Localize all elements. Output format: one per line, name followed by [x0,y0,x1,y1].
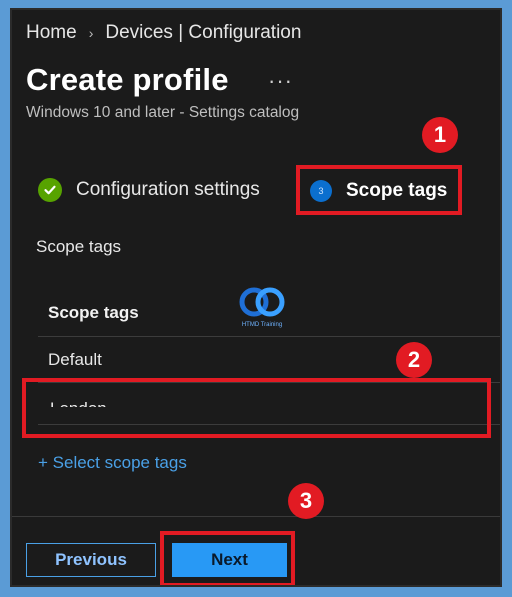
step-configuration-settings[interactable]: Configuration settings [38,178,260,202]
footer-divider [12,516,500,517]
previous-button[interactable]: Previous [26,543,156,577]
page-title: Create profile [26,62,229,97]
annotation-badge-2: 2 [396,342,432,378]
annotation-badge-3: 3 [288,483,324,519]
breadcrumb-home[interactable]: Home [26,22,77,44]
step-scope-label: Scope tags [346,180,448,201]
step-scope-tags[interactable]: 3 Scope tags [310,180,447,202]
logo-text: HTMD Training [241,322,283,328]
step-number-badge: 3 [310,180,332,202]
breadcrumb-devices-configuration[interactable]: Devices | Configuration [105,22,301,44]
annotation-badge-1: 1 [422,117,458,153]
divider [38,336,500,337]
check-icon [38,178,62,202]
highlight-box-next-button [160,531,295,585]
select-scope-tags-link[interactable]: + Select scope tags [38,453,187,473]
step-configuration-label: Configuration settings [76,179,260,200]
table-row[interactable]: Default [48,350,102,370]
page-subtitle: Windows 10 and later - Settings catalog [26,104,300,121]
section-label: Scope tags [36,237,122,256]
chevron-right-icon: › [88,25,94,41]
table-column-header: Scope tags [48,303,139,322]
htmd-logo: HTMD Training [232,284,292,334]
more-options-icon[interactable]: ··· [268,68,293,94]
app-frame: Home › Devices | Configuration Create pr… [10,8,502,587]
highlight-box-london-row [22,378,491,438]
breadcrumb: Home › Devices | Configuration [26,22,301,44]
